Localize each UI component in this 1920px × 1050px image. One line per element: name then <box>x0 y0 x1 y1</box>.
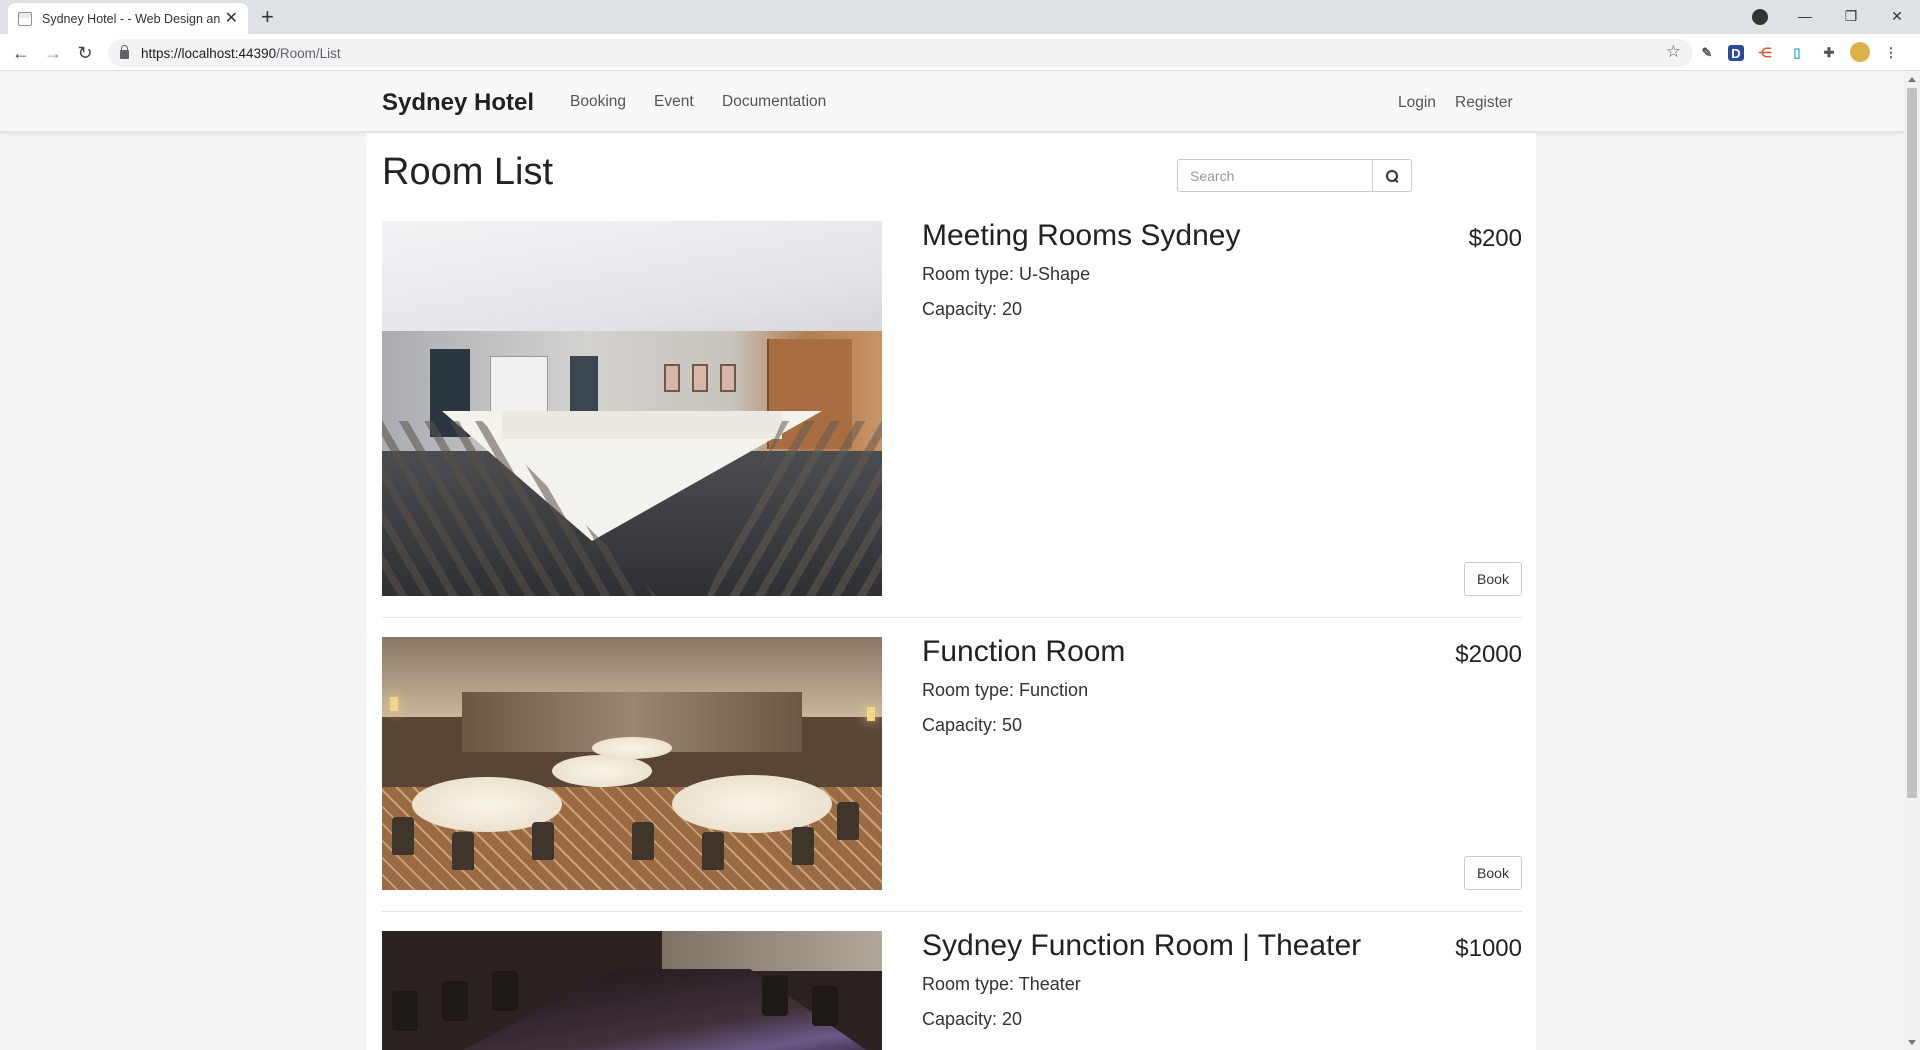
extensions-bar: ✎ D ⋲ ▯ ✚ ⋮ <box>1696 42 1902 64</box>
room-name[interactable]: Function Room <box>922 635 1125 669</box>
room-capacity: Capacity: 20 <box>922 1009 1023 1029</box>
new-tab-button[interactable]: + <box>261 5 274 29</box>
nav-booking[interactable]: Booking <box>570 93 626 111</box>
minimize-button[interactable]: — <box>1782 8 1828 24</box>
book-button[interactable]: Book <box>1464 856 1522 890</box>
room-card: Meeting Rooms Sydney $200 Room type: U-S… <box>382 219 1522 621</box>
brand-logo[interactable]: Sydney Hotel <box>382 89 534 117</box>
restore-button[interactable]: ❐ <box>1828 8 1874 25</box>
scroll-down-icon[interactable] <box>1908 1040 1916 1045</box>
address-bar[interactable]: https://localhost:44390/Room/List ☆ <box>108 39 1693 67</box>
cup-extension-icon[interactable]: ▯ <box>1786 42 1808 64</box>
search-input[interactable] <box>1177 159 1373 192</box>
forward-arrow-icon[interactable]: → <box>41 41 65 65</box>
room-capacity: Capacity: 20 <box>922 299 1023 319</box>
reload-icon[interactable]: ↻ <box>73 41 97 65</box>
room-price: $1000 <box>1455 935 1522 962</box>
tab-close-icon[interactable]: ✕ <box>225 10 238 27</box>
room-name[interactable]: Meeting Rooms Sydney <box>922 219 1241 253</box>
bookmark-star-icon[interactable]: ☆ <box>1666 42 1681 62</box>
nav-register[interactable]: Register <box>1455 94 1513 112</box>
browser-menu-icon[interactable]: ⋮ <box>1880 42 1902 64</box>
lock-icon[interactable] <box>120 45 129 59</box>
room-card: Function Room $2000 Room type: Function … <box>382 635 1522 907</box>
room-type: Room type: Function <box>922 680 1089 700</box>
search-form <box>1177 159 1412 192</box>
profile-avatar-icon[interactable] <box>1850 42 1870 62</box>
room-name[interactable]: Sydney Function Room | Theater <box>922 929 1361 963</box>
tab-title: Sydney Hotel - - Web Design and <box>42 11 220 26</box>
main-content: Room List Meeting Rooms Sydney $200 Room… <box>366 133 1536 1050</box>
scroll-up-icon[interactable] <box>1908 77 1916 82</box>
browser-toolbar: ← → ↻ https://localhost:44390/Room/List … <box>0 34 1920 71</box>
room-capacity: Capacity: 50 <box>922 715 1023 735</box>
close-window-button[interactable]: ✕ <box>1874 8 1920 25</box>
room-image-function <box>382 637 882 890</box>
scroll-thumb[interactable] <box>1907 88 1917 798</box>
page-title: Room List <box>382 151 554 193</box>
nav-login[interactable]: Login <box>1398 94 1436 112</box>
url-text[interactable]: https://localhost:44390/Room/List <box>141 46 341 61</box>
eyedropper-extension-icon[interactable]: ✎ <box>1696 42 1718 64</box>
room-image-meeting <box>382 221 882 596</box>
nav-event[interactable]: Event <box>654 93 694 111</box>
browser-tab[interactable]: Sydney Hotel - - Web Design and ✕ <box>8 3 248 34</box>
site-navbar: Sydney Hotel Booking Event Documentation… <box>0 72 1904 132</box>
room-price: $200 <box>1468 225 1522 252</box>
window-controls: — ❐ ✕ <box>1782 0 1920 32</box>
room-type: Room type: U-Shape <box>922 264 1091 284</box>
d-extension-icon[interactable]: D <box>1728 45 1744 61</box>
nav-documentation[interactable]: Documentation <box>722 93 826 111</box>
search-icon <box>1386 169 1398 182</box>
page-scrollbar[interactable] <box>1904 72 1920 1050</box>
room-divider <box>382 617 1522 618</box>
book-button[interactable]: Book <box>1464 562 1522 596</box>
search-button[interactable] <box>1373 159 1412 192</box>
back-arrow-icon[interactable]: ← <box>9 41 33 65</box>
browser-tabstrip: Sydney Hotel - - Web Design and ✕ + — ❐ … <box>0 0 1920 34</box>
room-divider <box>382 911 1522 912</box>
page-favicon-icon <box>18 11 32 26</box>
puzzle-extensions-icon[interactable]: ✚ <box>1818 42 1840 64</box>
room-type: Room type: Theater <box>922 974 1081 994</box>
share-extension-icon[interactable]: ⋲ <box>1754 42 1776 64</box>
room-price: $2000 <box>1455 641 1522 668</box>
tab-search-icon[interactable] <box>1752 9 1768 25</box>
room-card: Sydney Function Room | Theater $1000 Roo… <box>382 929 1522 1050</box>
room-image-theater <box>382 931 882 1050</box>
